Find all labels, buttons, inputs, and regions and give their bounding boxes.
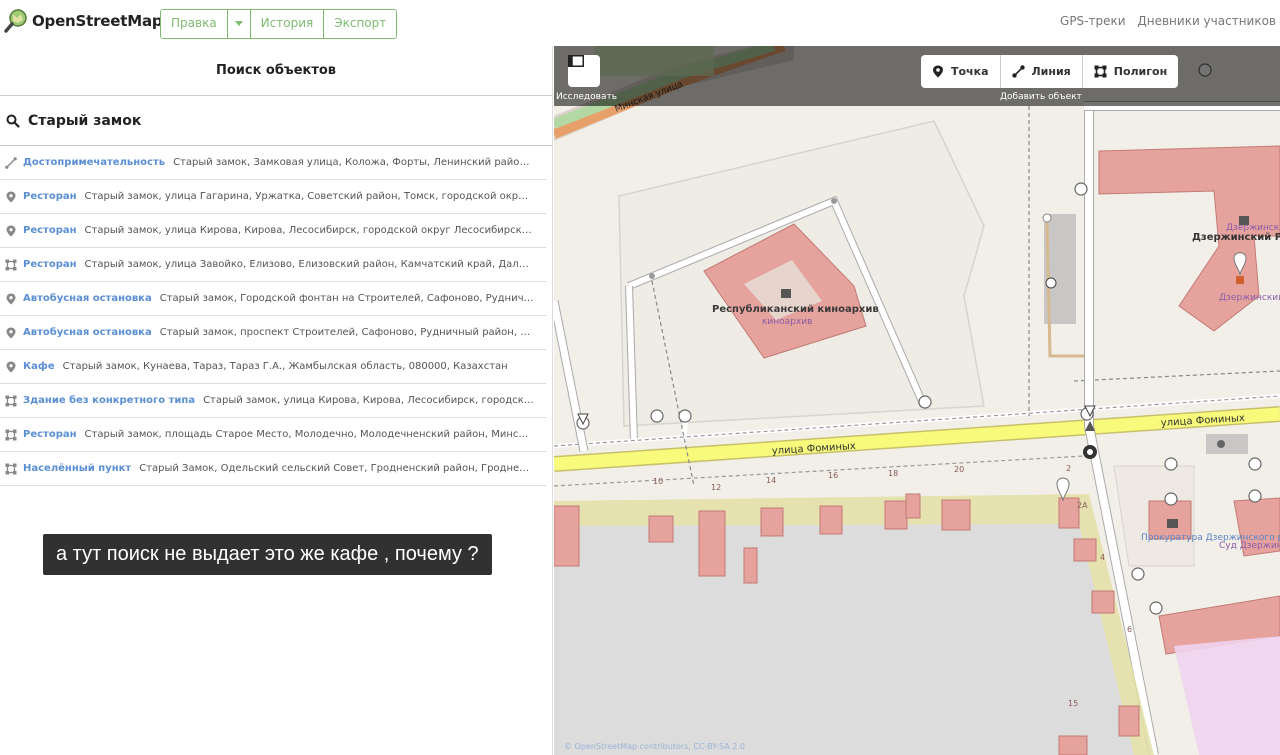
add-line-button[interactable]: Линия [1001, 55, 1083, 88]
export-button[interactable]: Экспорт [324, 10, 397, 38]
search-result-item[interactable]: Здание без конкретного типа Старый замок,… [0, 384, 546, 418]
pin-icon [6, 225, 16, 236]
gps-traces-link[interactable]: GPS-треки [1060, 14, 1126, 28]
result-description: Старый замок, проспект Строителей, Сафон… [159, 327, 546, 338]
search-query-row: Старый замок [0, 96, 552, 146]
result-description: Старый замок, улица Кирова, Кирова, Лесо… [203, 395, 546, 406]
house-number-label: 15 [1068, 699, 1078, 708]
search-result-item[interactable]: Автобусная остановка Старый замок, Городс… [0, 282, 546, 316]
result-type-link[interactable]: Автобусная остановка [23, 327, 152, 338]
pin-icon [6, 293, 16, 304]
house-number-label: 16 [828, 471, 838, 480]
osm-magnifier-icon [4, 9, 27, 33]
add-point-label: Точка [951, 65, 989, 78]
sidebar-title: Поиск объектов [0, 46, 552, 96]
search-icon [6, 114, 20, 128]
search-result-item[interactable]: Автобусная остановка Старый замок, проспе… [0, 316, 546, 350]
pin-icon [6, 327, 16, 338]
house-number-label: 2 [1066, 464, 1071, 473]
house-number-label: 4 [1100, 553, 1105, 562]
pin-icon [6, 361, 16, 372]
archive-label: Республиканский киноархив [712, 303, 879, 315]
result-type-link[interactable]: Ресторан [23, 429, 77, 440]
result-type-link[interactable]: Кафе [23, 361, 55, 372]
house-number-label: 10 [653, 477, 663, 486]
polygon-icon [5, 259, 17, 270]
search-result-item[interactable]: Кафе Старый замок, Кунаева, Тараз, Тараз … [0, 350, 546, 384]
add-line-label: Линия [1031, 65, 1071, 78]
add-polygon-label: Полигон [1113, 65, 1168, 78]
user-links: GPS-треки Дневники участников [1052, 14, 1276, 28]
map-attribution[interactable]: © OpenStreetMap contributors, CC-BY-SA 2… [564, 742, 745, 751]
line-icon [1011, 65, 1025, 78]
edit-button[interactable]: Правка [161, 10, 228, 38]
polygon-icon [5, 429, 17, 440]
map-canvas[interactable]: Республиканский киноархив киноархив Дзер… [554, 46, 1280, 755]
result-type-link[interactable]: Населённый пункт [23, 463, 131, 474]
house-number-label: 6 [1127, 625, 1132, 634]
result-description: Старый Замок, Одельский сельский Совет, … [139, 463, 546, 474]
result-type-link[interactable]: Ресторан [23, 225, 77, 236]
search-result-item[interactable]: Ресторан Старый замок, улица Кирова, Киро… [0, 214, 546, 248]
add-feature-label: Добавить объект [1000, 92, 1082, 102]
house-number-label: 20 [954, 465, 964, 474]
polygon-icon [1094, 65, 1107, 78]
add-polygon-button[interactable]: Полигон [1083, 55, 1178, 88]
house-number-label: 12 [711, 483, 721, 492]
sidebar-toggle-icon [568, 55, 584, 67]
caret-down-icon [234, 21, 243, 26]
result-description: Старый замок, улица Кирова, Кирова, Лесо… [84, 225, 546, 236]
add-point-button[interactable]: Точка [921, 55, 1001, 88]
rovd-label: Дзержинский РОВД [1192, 232, 1280, 243]
osm-logo[interactable]: OpenStreetMap [4, 9, 163, 33]
result-type-link[interactable]: Автобусная остановка [23, 293, 152, 304]
history-button[interactable]: История [250, 10, 325, 38]
search-query-text: Старый замок [28, 112, 142, 129]
result-description: Старый замок, Кунаева, Тараз, Тараз Г.А.… [62, 361, 508, 372]
explore-label: Исследовать [556, 92, 618, 102]
add-feature-group: Точка Линия Полигон [921, 55, 1179, 88]
house-number-label: 2А [1077, 501, 1088, 510]
result-type-link[interactable]: Достопримечательность [23, 157, 165, 168]
search-result-item[interactable]: Ресторан Старый замок, площадь Старое Мес… [0, 418, 546, 452]
result-description: Старый замок, Замковая улица, Коложа, Фо… [173, 157, 546, 168]
house-number-label: 18 [888, 469, 898, 478]
rovd-label-2: Дзержинский РОВД [1219, 293, 1280, 303]
top-header: OpenStreetMap Правка История Экспорт GPS… [0, 0, 1280, 46]
court-label: Суд Дзержинского района [1219, 541, 1280, 551]
archive-sublabel: киноархив [762, 317, 812, 327]
house-number-label: 14 [766, 476, 776, 485]
search-result-item[interactable]: Достопримечательность Старый замок, Замко… [0, 146, 546, 180]
result-type-link[interactable]: Здание без конкретного типа [23, 395, 195, 406]
sidebar-toggle-button[interactable] [568, 55, 600, 87]
edit-dropdown-button[interactable] [227, 10, 251, 38]
result-description: Старый замок, Городской фонтан на Строит… [159, 293, 546, 304]
point-icon [933, 65, 943, 78]
pencil-icon [5, 156, 17, 169]
search-result-item[interactable]: Ресторан Старый замок, улица Гагарина, Ур… [0, 180, 546, 214]
polygon-icon [5, 395, 17, 406]
search-sidebar: Поиск объектов Старый замок Достопримеча… [0, 46, 553, 755]
result-type-link[interactable]: Ресторан [23, 191, 77, 202]
brand-name: OpenStreetMap [32, 12, 163, 30]
polygon-icon [5, 463, 17, 474]
rovd-sublabel: Дзержинский РОВД [1226, 223, 1280, 233]
result-description: Старый замок, улица Гагарина, Уржатка, С… [84, 191, 546, 202]
result-type-link[interactable]: Ресторан [23, 259, 77, 270]
search-results-list: Достопримечательность Старый замок, Замко… [0, 146, 546, 486]
search-result-item[interactable]: Ресторан Старый замок, улица Завойко, Ели… [0, 248, 546, 282]
caption-overlay: а тут поиск не выдает это же кафе , поче… [43, 534, 492, 575]
result-description: Старый замок, улица Завойко, Елизово, Ел… [84, 259, 546, 270]
user-diaries-link[interactable]: Дневники участников [1137, 14, 1276, 28]
search-result-item[interactable]: Населённый пункт Старый Замок, Одельский … [0, 452, 546, 486]
edit-nav-group: Правка История Экспорт [160, 9, 398, 39]
pin-icon [6, 191, 16, 202]
map-view[interactable]: Республиканский киноархив киноархив Дзер… [554, 46, 1280, 755]
result-description: Старый замок, площадь Старое Место, Моло… [84, 429, 546, 440]
